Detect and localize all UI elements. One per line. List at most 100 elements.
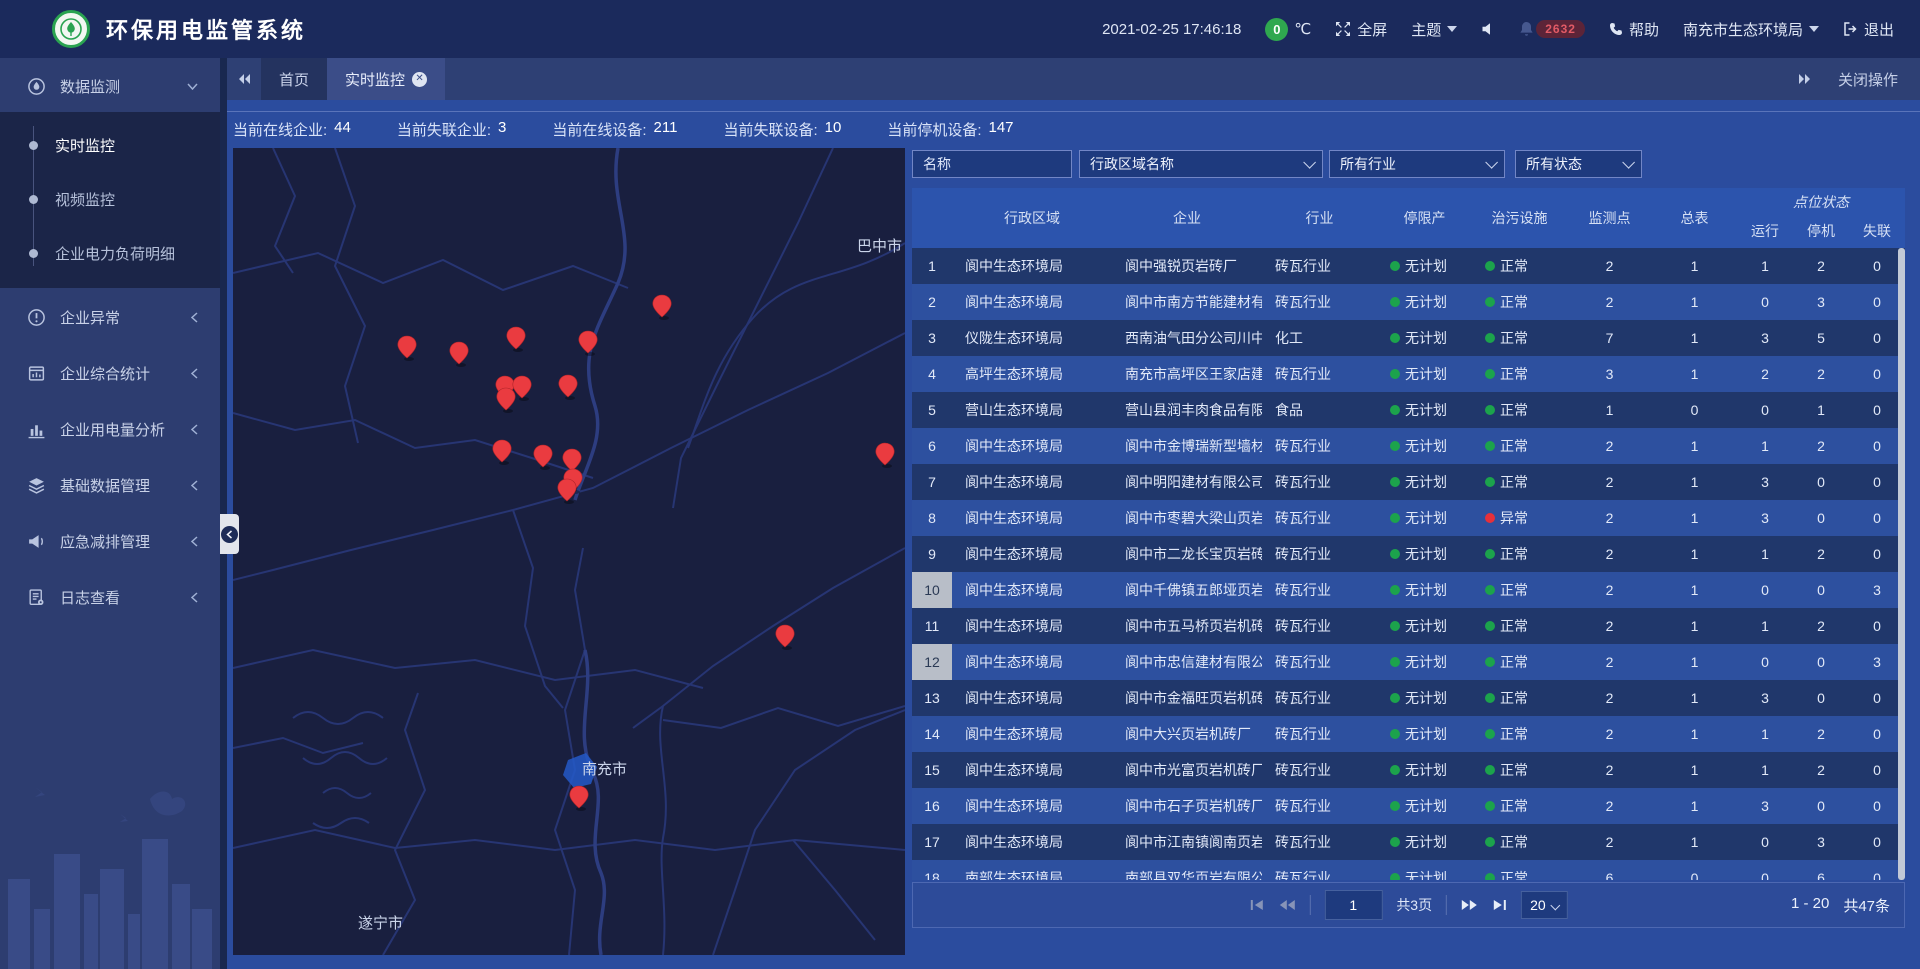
column-header[interactable]: 总表 [1652,188,1737,248]
map-pin-icon[interactable] [493,440,511,465]
table-row[interactable]: 14阆中生态环境局阆中大兴页岩机砖厂砖瓦行业无计划正常21120 [912,716,1905,752]
map-pin-icon[interactable] [559,375,577,400]
column-header[interactable]: 企业 [1112,188,1262,248]
table-row[interactable]: 15阆中生态环境局阆中市光富页岩机砖厂砖瓦行业无计划正常21120 [912,752,1905,788]
map-pin-icon[interactable] [653,295,671,320]
status-dot [1485,657,1495,667]
column-subheader[interactable]: 失联 [1849,214,1905,248]
tab-home[interactable]: 首页 [261,58,327,100]
table-scrollbar[interactable] [1898,248,1905,880]
map-pin-icon[interactable] [497,388,515,413]
stat-value: 10 [825,119,842,140]
cell-facility-status: 正常 [1472,292,1567,312]
sidebar-item-enterprise-statistics[interactable]: 企业综合统计 [0,345,220,401]
column-subheader[interactable]: 停机 [1793,214,1849,248]
table-row[interactable]: 16阆中生态环境局阆中市石子页岩机砖厂砖瓦行业无计划正常21300 [912,788,1905,824]
sidebar-item-base-data-management[interactable]: 基础数据管理 [0,457,220,513]
map-pin-icon[interactable] [570,786,588,811]
tabs-scroll-left-button[interactable] [227,58,261,100]
last-page-button[interactable] [1492,899,1507,911]
record-range-label: 1 - 20 [1791,895,1829,916]
help-button[interactable]: 帮助 [1609,19,1659,40]
status-text: 正常 [1500,796,1528,816]
fullscreen-button[interactable]: 全屏 [1335,19,1387,40]
column-header[interactable]: 停限产 [1377,188,1472,248]
sidebar-item-video-monitoring[interactable]: 视频监控 [0,172,220,226]
theme-dropdown[interactable]: 主题 [1411,19,1457,40]
cell-industry: 砖瓦行业 [1262,868,1377,880]
table-row[interactable]: 17阆中生态环境局阆中市江南镇阆南页岩砖瓦行业无计划正常21030 [912,824,1905,860]
stat-item: 当前在线设备:211 [552,119,677,140]
industry-filter-select[interactable]: 所有行业 [1329,150,1505,178]
table-row[interactable]: 18南部生态环境局南部县双华页岩有限公砖瓦行业无计划正常60060 [912,860,1905,880]
sidebar-collapse-handle[interactable] [220,514,239,554]
tabs-scroll-right-button[interactable] [1798,73,1812,85]
map-pin-icon[interactable] [450,342,468,367]
status-filter-select[interactable]: 所有状态 [1515,150,1642,178]
map-pin-icon[interactable] [534,445,552,470]
notifications-button[interactable]: 2632 [1519,20,1585,38]
row-number: 3 [912,320,952,356]
table-row[interactable]: 10阆中生态环境局阆中千佛镇五郎垭页岩砖瓦行业无计划正常21003 [912,572,1905,608]
sidebar-item-log-view[interactable]: 日志查看 [0,569,220,625]
tab-realtime-monitoring[interactable]: 实时监控✕ [327,58,445,100]
next-page-button[interactable] [1461,899,1478,911]
map-pin-icon[interactable] [507,327,525,352]
tab-close-icon[interactable]: ✕ [412,72,427,87]
table-row[interactable]: 1阆中生态环境局阆中强锐页岩砖厂砖瓦行业无计划正常21120 [912,248,1905,284]
table-row[interactable]: 11阆中生态环境局阆中市五马桥页岩机砖砖瓦行业无计划正常21120 [912,608,1905,644]
column-header[interactable]: 监测点 [1567,188,1652,248]
sidebar-item-enterprise-abnormal[interactable]: 企业异常 [0,289,220,345]
row-number: 8 [912,500,952,536]
cell-limit-status: 无计划 [1377,616,1472,636]
map-panel[interactable]: 巴中市南充市遂宁市 [233,148,905,955]
table-row[interactable]: 3仪陇生态环境局西南油气田分公司川中化工无计划正常71350 [912,320,1905,356]
map-pin-icon[interactable] [876,443,894,468]
logout-button[interactable]: 退出 [1843,19,1894,40]
cell-stopped: 3 [1793,294,1849,310]
sidebar-item-emergency-reduction[interactable]: 应急减排管理 [0,513,220,569]
status-dot [1485,369,1495,379]
cell-industry: 砖瓦行业 [1262,436,1377,456]
previous-page-button[interactable] [1278,899,1295,911]
map-pin-icon[interactable] [398,336,416,361]
table-row[interactable]: 2阆中生态环境局阆中市南方节能建材有砖瓦行业无计划正常21030 [912,284,1905,320]
map-pin-icon[interactable] [513,376,531,401]
table-row[interactable]: 9阆中生态环境局阆中市二龙长宝页岩砖砖瓦行业无计划正常21120 [912,536,1905,572]
table-row[interactable]: 12阆中生态环境局阆中市忠信建材有限公砖瓦行业无计划正常21003 [912,644,1905,680]
row-number: 17 [912,824,952,860]
close-operations-button[interactable]: 关闭操作 [1838,69,1898,90]
sidebar-item-realtime-monitoring[interactable]: 实时监控 [0,118,220,172]
sidebar-item-power-load-detail[interactable]: 企业电力负荷明细 [0,226,220,280]
column-subheader[interactable]: 运行 [1737,214,1793,248]
sidebar-item-data-monitoring[interactable]: 数据监测 [0,58,220,114]
cell-region: 阆中生态环境局 [952,580,1112,600]
first-page-button[interactable] [1249,899,1264,911]
column-header[interactable]: 行业 [1262,188,1377,248]
map-pin-icon[interactable] [579,331,597,356]
cell-stopped: 0 [1793,798,1849,814]
cell-disconnected: 3 [1849,582,1905,598]
column-header[interactable]: 治污设施 [1472,188,1567,248]
region-filter-select[interactable]: 行政区域名称 [1079,150,1323,178]
page-number-input[interactable] [1324,890,1382,920]
table-row[interactable]: 6阆中生态环境局阆中市金博瑞新型墙材砖瓦行业无计划正常21120 [912,428,1905,464]
cell-monitor-points: 2 [1567,474,1652,490]
sidebar-item-power-usage-analysis[interactable]: 企业用电量分析 [0,401,220,457]
mute-button[interactable] [1481,22,1495,36]
table-row[interactable]: 8阆中生态环境局阆中市枣碧大梁山页岩砖瓦行业无计划异常21300 [912,500,1905,536]
map-pin-icon[interactable] [558,479,576,504]
table-row[interactable]: 13阆中生态环境局阆中市金福旺页岩机砖砖瓦行业无计划正常21300 [912,680,1905,716]
name-filter-input[interactable] [912,150,1072,178]
temperature-widget: 0 ℃ [1265,18,1311,41]
total-pages-label: 共3页 [1396,895,1432,915]
map-pin-icon[interactable] [776,625,794,650]
column-header[interactable]: 行政区域 [952,188,1112,248]
table-row[interactable]: 5营山生态环境局营山县润丰肉食品有限食品无计划正常10010 [912,392,1905,428]
stat-label: 当前失联设备: [723,119,817,140]
table-row[interactable]: 7阆中生态环境局阆中明阳建材有限公司砖瓦行业无计划正常21300 [912,464,1905,500]
table-row[interactable]: 4高坪生态环境局南充市高坪区王家店建砖瓦行业无计划正常31220 [912,356,1905,392]
chevron-left-icon [191,424,198,435]
page-size-select[interactable]: 20 [1521,891,1568,919]
org-dropdown[interactable]: 南充市生态环境局 [1683,19,1819,40]
